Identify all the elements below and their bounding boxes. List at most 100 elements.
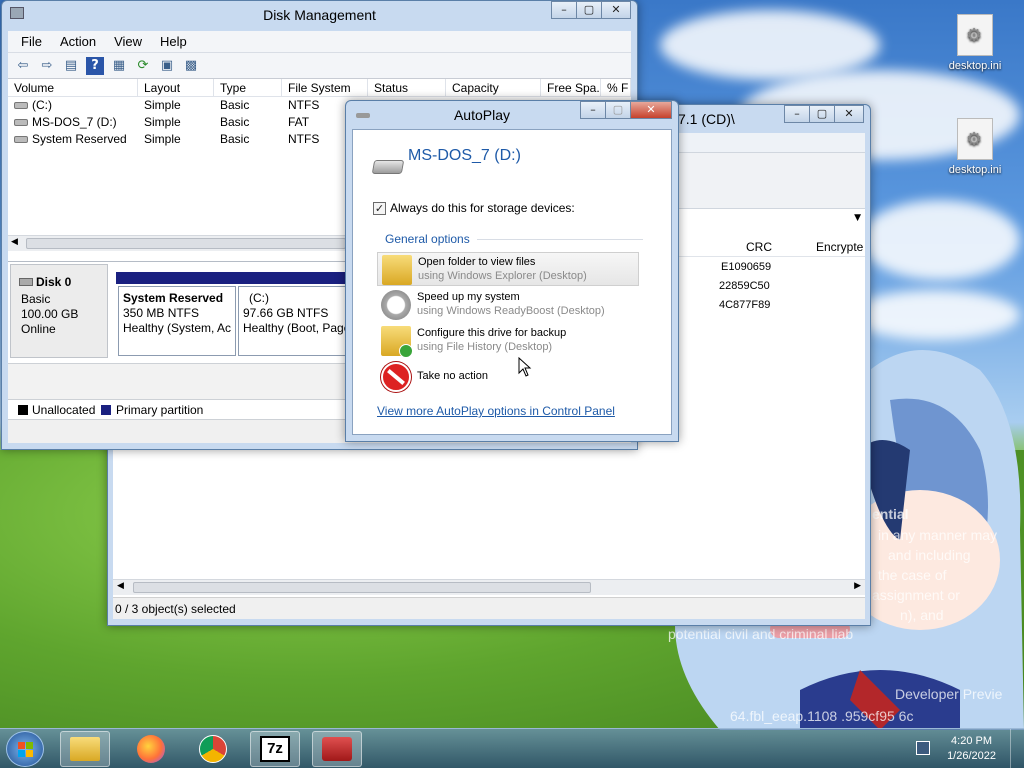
maximize-button[interactable]: ▢	[605, 101, 631, 119]
no-entry-icon	[381, 362, 411, 392]
network-icon[interactable]	[916, 741, 930, 755]
disk0-size: 100.00 GB	[21, 307, 79, 321]
disk-management-titlebar[interactable]: Disk Management – ▢ ✕	[2, 1, 637, 29]
stopwatch-icon	[381, 290, 411, 320]
watermark-line: ential	[872, 506, 909, 522]
settings-file-icon	[957, 14, 993, 56]
path-dropdown[interactable]: ▼	[854, 213, 861, 223]
crc-value: 22859C50	[719, 280, 770, 292]
partition-system-reserved[interactable]: System Reserved 350 MB NTFS Healthy (Sys…	[118, 286, 236, 356]
close-button[interactable]: ✕	[601, 1, 631, 19]
watermark-line: 64.fbl_eeap.1108 .959cf95 6c	[730, 708, 914, 724]
watermark-line: assignment or	[872, 587, 960, 603]
scroll-left-arrow[interactable]: ◀	[117, 581, 124, 591]
column-volume[interactable]: Volume	[8, 79, 138, 96]
taskbar-toolbox[interactable]	[312, 731, 362, 767]
maximize-button[interactable]: ▢	[809, 105, 835, 123]
start-button[interactable]	[6, 731, 44, 767]
green-arrow-icon	[399, 344, 413, 358]
settings-icon[interactable]: ▩	[182, 57, 200, 75]
clock[interactable]: 4:20 PM 1/26/2022	[947, 734, 996, 764]
toolbox-icon	[322, 737, 352, 761]
autoplay-titlebar[interactable]: AutoPlay – ▢ ✕	[346, 101, 678, 129]
menu-file[interactable]: File	[12, 34, 51, 49]
close-button[interactable]: ✕	[630, 101, 672, 119]
column-percent-free[interactable]: % F	[601, 79, 631, 96]
forward-arrow-icon[interactable]: ⇨	[38, 57, 56, 75]
column-file-system[interactable]: File System	[282, 79, 368, 96]
scrollbar-thumb[interactable]	[26, 238, 346, 249]
properties-icon[interactable]: ▦	[110, 57, 128, 75]
partition-size: 97.66 GB NTFS	[243, 306, 329, 320]
column-free-space[interactable]: Free Spa...	[541, 79, 601, 96]
rescan-disks-icon[interactable]: ▣	[158, 57, 176, 75]
scroll-left-arrow[interactable]: ◀	[11, 237, 18, 247]
crc-value: E1090659	[721, 261, 772, 273]
settings-file-icon	[957, 118, 993, 160]
scroll-right-arrow[interactable]: ▶	[854, 581, 861, 591]
drive-title: MS-DOS_7 (D:)	[408, 147, 521, 164]
volume-name: MS-DOS_7 (D:)	[32, 115, 117, 129]
partition-c[interactable]: (C:) 97.66 GB NTFS Healthy (Boot, Page	[238, 286, 348, 356]
app-icon	[10, 7, 24, 19]
always-label[interactable]: Always do this for storage devices:	[390, 201, 575, 215]
primary-partition-band	[116, 272, 352, 284]
refresh-icon[interactable]: ⟳	[134, 57, 152, 75]
wallpaper-cloud	[860, 200, 1020, 280]
drive-icon	[14, 102, 28, 109]
windows-logo-icon	[18, 742, 25, 749]
windows-logo-icon	[18, 750, 25, 757]
layout-cell: Simple	[144, 98, 181, 112]
column-type[interactable]: Type	[214, 79, 282, 96]
taskbar-7zip[interactable]: 7z	[250, 731, 300, 767]
scrollbar-thumb[interactable]	[133, 582, 591, 593]
watermark-line: and including	[888, 547, 971, 563]
menu-bar: File Action View Help	[8, 31, 631, 53]
drive-icon	[356, 113, 370, 118]
option-backup[interactable]: Configure this drive for backup using Fi…	[377, 324, 639, 358]
explorer-title: 7.1 (CD)\	[678, 111, 735, 127]
column-capacity[interactable]: Capacity	[446, 79, 541, 96]
taskbar-chrome[interactable]	[188, 731, 238, 767]
legend-primary-label: Primary partition	[116, 403, 204, 417]
show-desktop-button[interactable]	[1010, 729, 1024, 768]
taskbar-firefox[interactable]	[126, 731, 176, 767]
partition-status: Healthy (Boot, Page	[243, 321, 348, 335]
column-encrypted[interactable]: Encrypte	[816, 240, 863, 254]
column-crc[interactable]: CRC	[746, 240, 772, 254]
always-checkbox[interactable]: ✓	[373, 202, 386, 215]
desktop-icon-desktop-ini[interactable]: desktop.ini	[940, 118, 1010, 176]
option-title: Speed up my system	[417, 291, 520, 303]
show-hide-tree-icon[interactable]: ▤	[62, 57, 80, 75]
maximize-button[interactable]: ▢	[576, 1, 602, 19]
legend-unallocated-label: Unallocated	[32, 403, 96, 417]
group-title: General options	[385, 232, 470, 246]
option-open-folder[interactable]: Open folder to view files using Windows …	[377, 252, 639, 286]
menu-action[interactable]: Action	[51, 34, 105, 49]
help-icon[interactable]: ?	[86, 56, 104, 75]
minimize-button[interactable]: –	[784, 105, 810, 123]
control-panel-link[interactable]: View more AutoPlay options in Control Pa…	[377, 404, 615, 418]
option-readyboost[interactable]: Speed up my system using Windows ReadyBo…	[377, 288, 639, 322]
toolbar: ⇦ ⇨ ▤ ? ▦ ⟳ ▣ ▩	[8, 53, 631, 79]
type-cell: Basic	[220, 115, 250, 129]
volume-name: System Reserved	[32, 132, 127, 146]
mouse-cursor	[518, 357, 532, 377]
windows-logo-icon	[26, 742, 33, 749]
type-cell: Basic	[220, 98, 250, 112]
minimize-button[interactable]: –	[580, 101, 606, 119]
backup-folder-icon	[381, 326, 413, 358]
horizontal-scrollbar[interactable]: ◀ ▶	[113, 579, 865, 595]
desktop-icon-desktop-ini[interactable]: desktop.ini	[940, 14, 1010, 72]
autoplay-body: MS-DOS_7 (D:) ✓ Always do this for stora…	[352, 129, 672, 435]
close-button[interactable]: ✕	[834, 105, 864, 123]
option-take-no-action[interactable]: Take no action	[377, 360, 639, 394]
taskbar-explorer[interactable]	[60, 731, 110, 767]
back-arrow-icon[interactable]: ⇦	[14, 57, 32, 75]
menu-view[interactable]: View	[105, 34, 151, 49]
column-layout[interactable]: Layout	[138, 79, 214, 96]
disk0-info[interactable]: Disk 0 Basic 100.00 GB Online	[10, 264, 108, 358]
menu-help[interactable]: Help	[151, 34, 196, 49]
minimize-button[interactable]: –	[551, 1, 577, 19]
column-status[interactable]: Status	[368, 79, 446, 96]
